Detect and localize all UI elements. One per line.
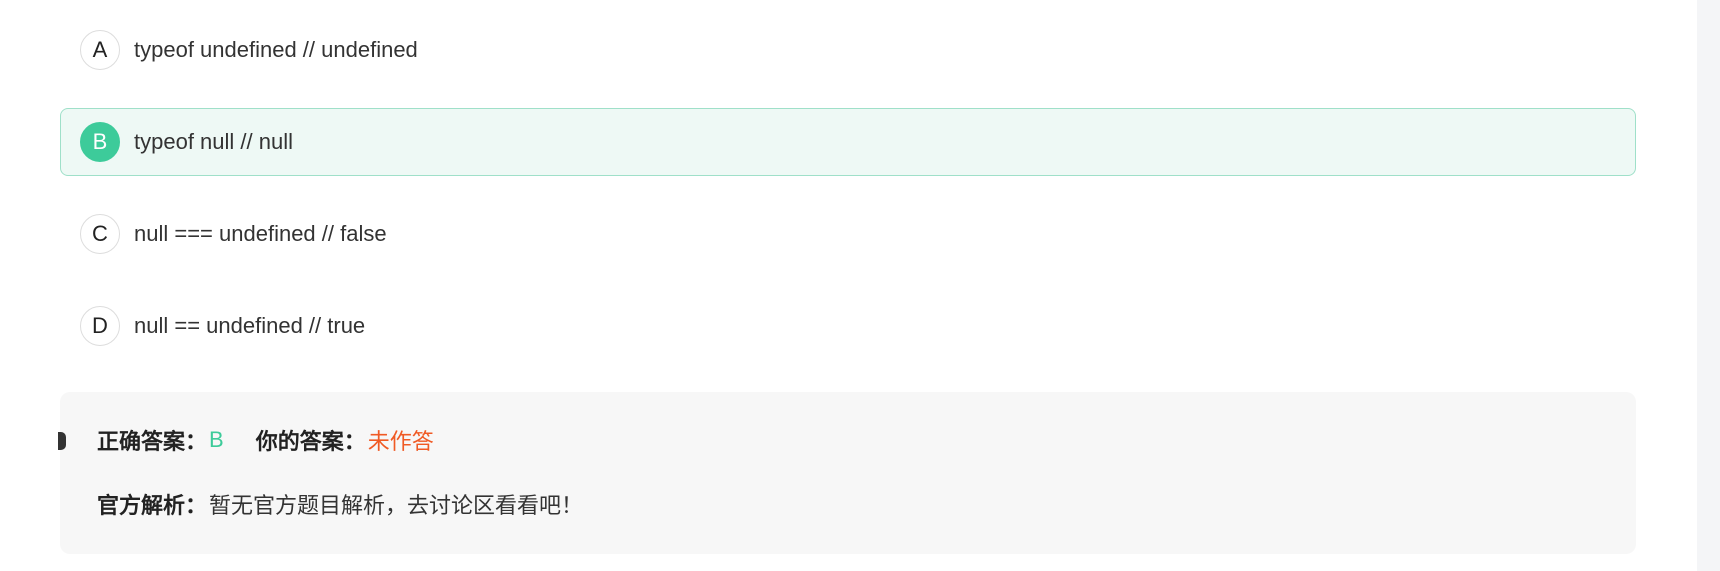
option-d-badge: D: [80, 306, 120, 346]
option-b-badge: B: [80, 122, 120, 162]
option-c[interactable]: C null === undefined // false: [60, 200, 1636, 268]
option-d[interactable]: D null == undefined // true: [60, 292, 1636, 360]
option-c-badge: C: [80, 214, 120, 254]
option-b[interactable]: B typeof null // null: [60, 108, 1636, 176]
option-d-text: null == undefined // true: [134, 313, 366, 338]
correct-answer-label: 正确答案：: [97, 429, 208, 454]
answer-panel: 正确答案： B 你的答案： 未作答 官方解析： 暂无官方题目解析，去讨论区看看吧…: [58, 392, 1636, 554]
options-list: A typeof undefined // undefined B typeof…: [60, 16, 1636, 384]
analysis-text: 暂无官方题目解析，去讨论区看看吧！: [209, 493, 584, 518]
scrollbar-track[interactable]: [1697, 0, 1720, 571]
analysis-row: 官方解析： 暂无官方题目解析，去讨论区看看吧！: [97, 488, 583, 520]
option-c-text: null === undefined // false: [134, 221, 387, 246]
analysis-label: 官方解析：: [97, 493, 208, 518]
answer-row: 正确答案： B 你的答案： 未作答: [97, 424, 434, 456]
option-a-text: typeof undefined // undefined: [134, 37, 418, 62]
option-a[interactable]: A typeof undefined // undefined: [60, 16, 1636, 84]
option-b-text: typeof null // null: [134, 129, 293, 154]
your-answer-label: 你的答案：: [255, 429, 366, 454]
option-a-badge: A: [80, 30, 120, 70]
answer-marker: [58, 432, 66, 450]
correct-answer-value: B: [209, 427, 224, 452]
your-answer-value: 未作答: [367, 429, 434, 454]
